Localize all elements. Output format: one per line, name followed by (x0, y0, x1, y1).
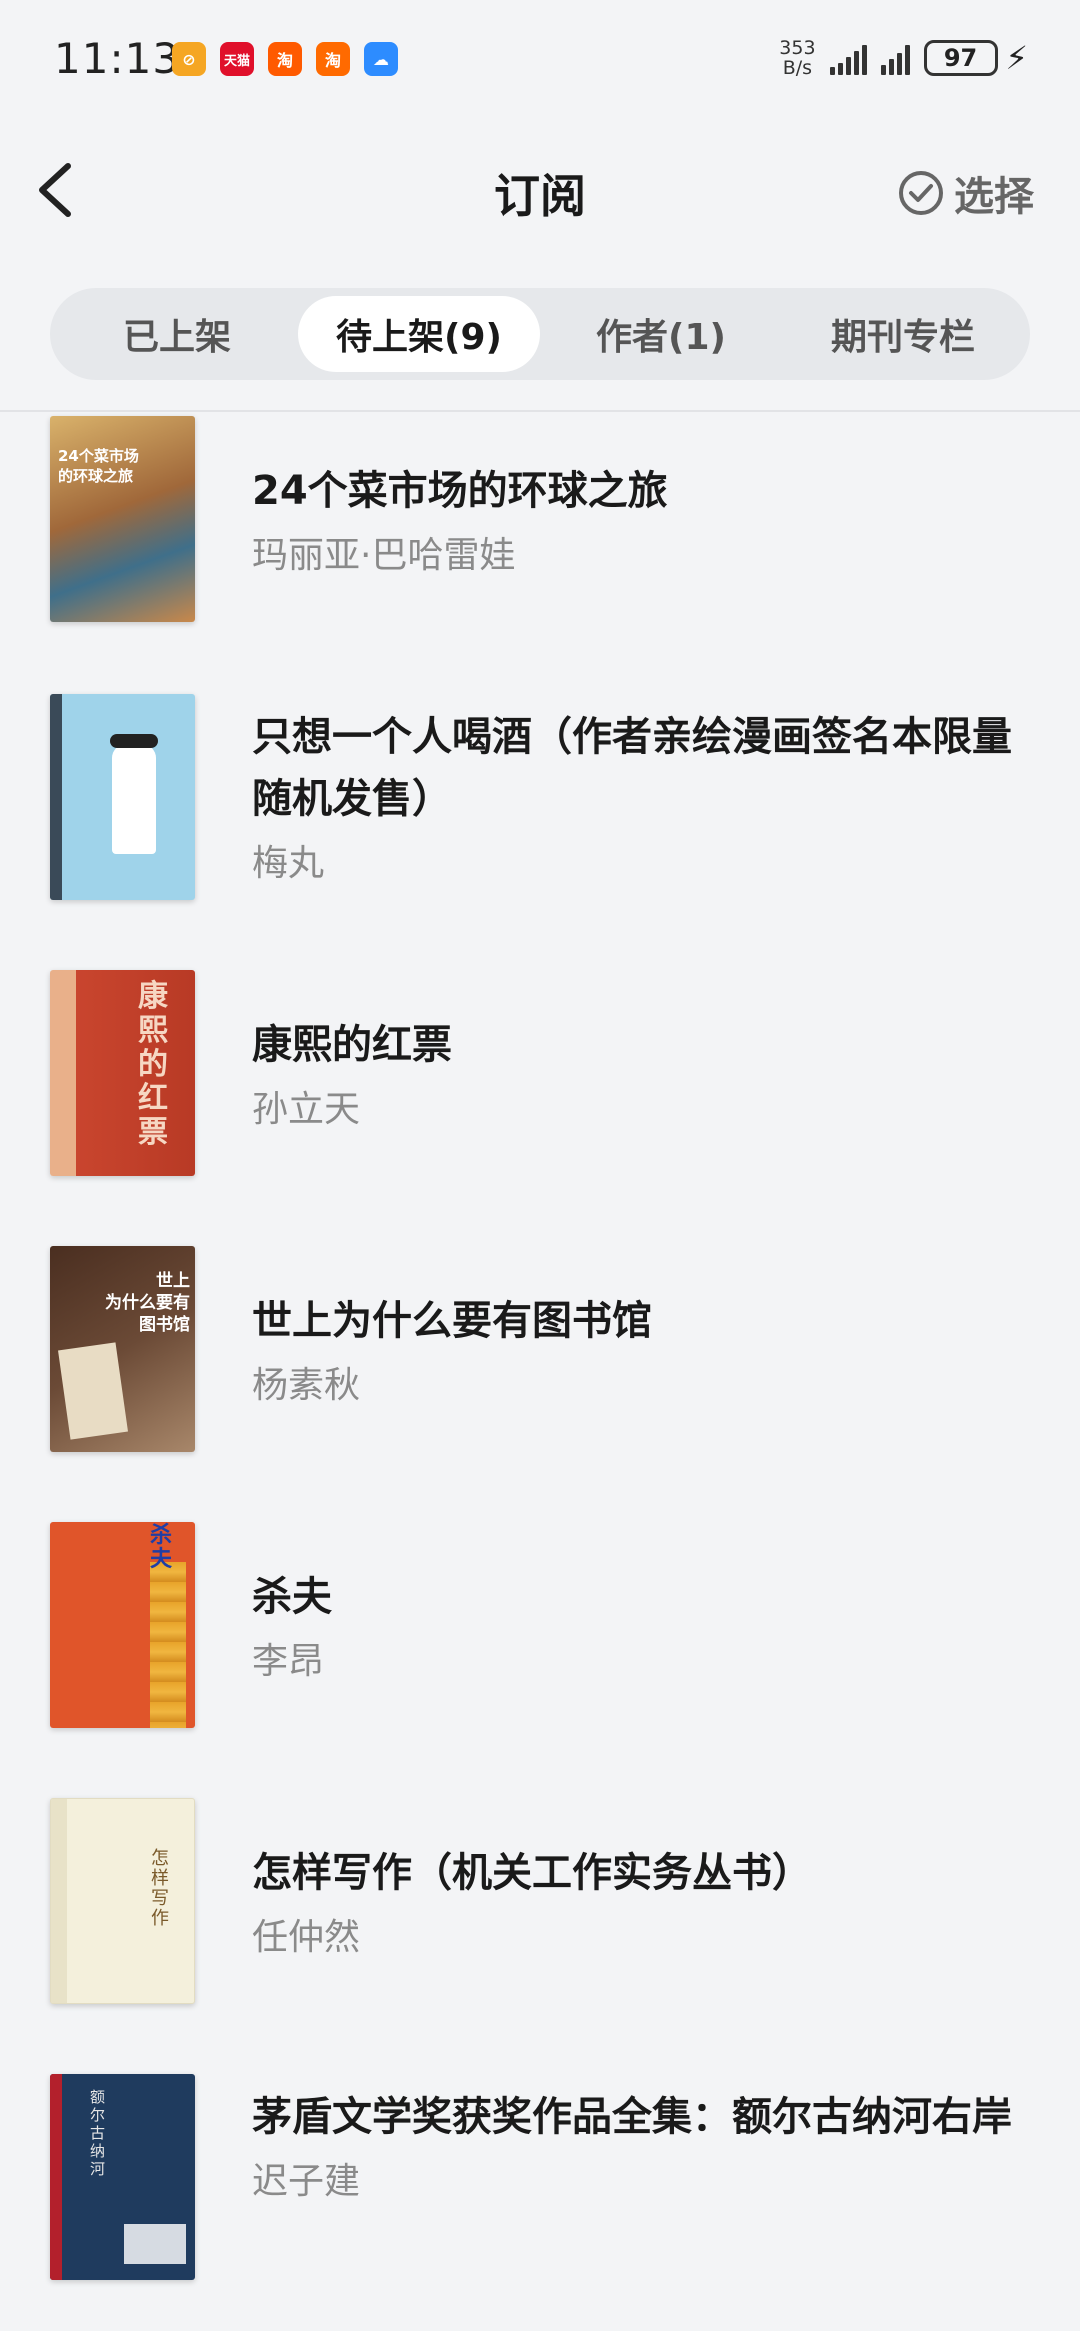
book-item[interactable]: 额尔古纳河 茅盾文学奖获奖作品全集：额尔古纳河右岸 迟子建 (0, 2074, 1080, 2331)
app-icon-taobao: 淘 (268, 42, 302, 76)
battery-icon: 97 (923, 40, 998, 76)
book-item[interactable]: 杀夫 杀夫 李昂 (0, 1522, 1080, 1742)
book-title: 世上为什么要有图书馆 (252, 1298, 652, 1344)
net-speed: 353 B/s (779, 38, 815, 78)
net-speed-value: 353 (779, 37, 816, 59)
book-item[interactable]: 怎样写作 怎样写作（机关工作实务丛书） 任仲然 (0, 1798, 1080, 2018)
book-item[interactable]: 世上 为什么要有 图书馆 世上为什么要有图书馆 杨素秋 (0, 1246, 1080, 1466)
status-bar: 11:13 ⊘ 天猫 淘 淘 ☁ 353 B/s 97 ⚡ (0, 0, 1080, 120)
signal-strength-icon-2 (880, 41, 910, 75)
book-author: 孙立天 (252, 1089, 361, 1130)
tab-authors[interactable]: 作者(1) (540, 296, 782, 372)
tab-bar: 已上架 待上架(9) 作者(1) 期刊专栏 (50, 288, 1030, 380)
book-author: 李昂 (252, 1641, 325, 1682)
signal-strength-icon-1 (829, 41, 867, 75)
tab-published[interactable]: 已上架 (56, 296, 298, 372)
header: 订阅 选择 (0, 140, 1080, 240)
select-label: 选择 (954, 174, 1034, 220)
app-icon-weather: ☁ (364, 42, 398, 76)
notification-app-icons: ⊘ 天猫 淘 淘 ☁ (172, 42, 398, 76)
status-time: 11:13 (54, 34, 181, 83)
status-indicators: 353 B/s 97 ⚡ (779, 38, 1028, 78)
book-info: 只想一个人喝酒（作者亲绘漫画签名本限量随机发售） 梅丸 (252, 706, 1032, 892)
book-cover: 怎样写作 (50, 1798, 195, 2004)
book-info: 怎样写作（机关工作实务丛书） 任仲然 (252, 1842, 1032, 1966)
book-title: 只想一个人喝酒（作者亲绘漫画签名本限量随机发售） (252, 714, 1012, 822)
app-icon-tmall: 天猫 (220, 42, 254, 76)
book-cover: 世上 为什么要有 图书馆 (50, 1246, 195, 1452)
book-title: 怎样写作（机关工作实务丛书） (252, 1850, 812, 1896)
book-author: 任仲然 (252, 1917, 361, 1958)
book-cover: 杀夫 (50, 1522, 195, 1728)
book-cover: 24个菜市场 的环球之旅 (50, 416, 195, 622)
tab-periodicals[interactable]: 期刊专栏 (782, 296, 1024, 372)
check-circle-icon (899, 171, 943, 215)
book-cover: 额尔古纳河 (50, 2074, 195, 2280)
app-icon-orange: ⊘ (172, 42, 206, 76)
book-author: 杨素秋 (252, 1365, 361, 1406)
book-item[interactable]: 只想一个人喝酒（作者亲绘漫画签名本限量随机发售） 梅丸 (0, 694, 1080, 954)
book-info: 世上为什么要有图书馆 杨素秋 (252, 1290, 1032, 1414)
book-title: 康熙的红票 (252, 1022, 452, 1068)
select-button[interactable]: 选择 (898, 164, 1034, 222)
book-info: 24个菜市场的环球之旅 玛丽亚·巴哈雷娃 (252, 460, 1032, 584)
header-divider (0, 410, 1080, 412)
book-author: 迟子建 (252, 2161, 361, 2202)
book-cover (50, 694, 195, 900)
book-author: 玛丽亚·巴哈雷娃 (252, 535, 516, 576)
book-item[interactable]: 24个菜市场 的环球之旅 24个菜市场的环球之旅 玛丽亚·巴哈雷娃 (0, 416, 1080, 636)
book-title: 茅盾文学奖获奖作品全集：额尔古纳河右岸 (252, 2094, 1012, 2140)
net-speed-unit: B/s (782, 57, 813, 79)
charging-icon: ⚡ (1005, 39, 1028, 77)
book-title: 杀夫 (252, 1574, 332, 1620)
book-author: 梅丸 (252, 843, 325, 884)
book-title: 24个菜市场的环球之旅 (252, 468, 668, 514)
tab-pending[interactable]: 待上架(9) (298, 296, 540, 372)
app-icon-taobao-xianyu: 淘 (316, 42, 350, 76)
book-info: 茅盾文学奖获奖作品全集：额尔古纳河右岸 迟子建 (252, 2086, 1032, 2210)
book-info: 杀夫 李昂 (252, 1566, 1032, 1690)
book-cover: 康熙的红票 (50, 970, 195, 1176)
book-info: 康熙的红票 孙立天 (252, 1014, 1032, 1138)
book-item[interactable]: 康熙的红票 康熙的红票 孙立天 (0, 970, 1080, 1190)
